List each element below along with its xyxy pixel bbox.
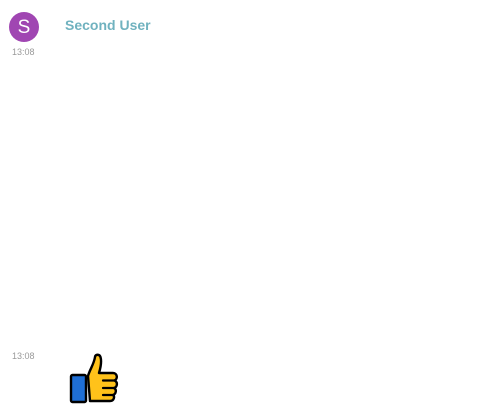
- message-timestamp[interactable]: 13:08: [12, 47, 35, 57]
- sender-name[interactable]: Second User: [65, 17, 151, 33]
- avatar-initial: S: [17, 16, 31, 38]
- avatar[interactable]: S: [9, 12, 39, 42]
- thumbs-up-icon: [69, 353, 119, 404]
- message-timestamp[interactable]: 13:08: [12, 351, 35, 361]
- message-timeline: S Second User 13:08 13:08: [0, 0, 482, 416]
